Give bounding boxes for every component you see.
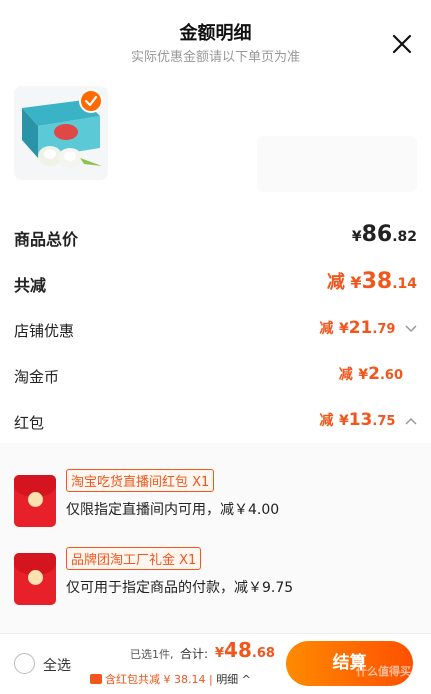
discount-item-label: 店铺优惠 bbox=[14, 322, 75, 340]
product-row bbox=[0, 78, 431, 196]
discount-item-label: 淘金币 bbox=[14, 368, 60, 386]
discount-item-value: 减 ¥13.75 bbox=[319, 410, 417, 430]
discount-item-value: 减 ¥2.60 bbox=[339, 364, 403, 384]
discount-summary: 含红包共减 ¥ 38.14 | 明细 ^ bbox=[90, 671, 251, 687]
discount-prefix: 减 bbox=[338, 367, 353, 383]
currency-symbol: ¥ bbox=[215, 646, 225, 661]
selected-check-icon[interactable] bbox=[79, 89, 103, 113]
discount-prefix: 减 bbox=[319, 413, 334, 429]
page-subtitle: 实际优惠金额请以下单页为准 bbox=[130, 50, 300, 65]
total-price-row: 商品总价 ¥86.82 bbox=[14, 222, 417, 250]
total-discount-integer: 38 bbox=[361, 269, 393, 294]
coupon-icon bbox=[90, 674, 102, 684]
sum-integer: 48 bbox=[224, 638, 252, 662]
total-discount-value: 减 ¥38.14 bbox=[327, 268, 417, 294]
selected-count: 已选1件, bbox=[130, 648, 174, 661]
chevron-down-icon[interactable] bbox=[405, 324, 417, 333]
discount-integer: 13 bbox=[348, 410, 373, 430]
header: 金额明细 实际优惠金额请以下单页为准 bbox=[0, 0, 431, 78]
sum-decimal: .68 bbox=[251, 646, 275, 661]
detail-toggle[interactable]: 明细 ^ bbox=[216, 673, 251, 686]
watermark: 什么值得买 bbox=[356, 665, 411, 678]
checkout-button[interactable]: 结算 什么值得买 bbox=[286, 641, 413, 686]
discount-decimal: .75 bbox=[372, 414, 396, 429]
total-price-label: 商品总价 bbox=[14, 230, 79, 249]
currency-symbol: ¥ bbox=[350, 273, 362, 292]
total-discount-row: 共减 减 ¥38.14 bbox=[14, 268, 417, 296]
discount-integer: 21 bbox=[348, 318, 373, 338]
discount-item-label: 红包 bbox=[14, 414, 45, 432]
close-icon[interactable] bbox=[391, 33, 413, 55]
currency-symbol: ¥ bbox=[338, 321, 349, 337]
select-all-radio[interactable] bbox=[14, 653, 35, 674]
total-discount-decimal: .14 bbox=[392, 276, 417, 292]
select-all-label[interactable]: 全选 bbox=[43, 655, 71, 675]
currency-symbol: ¥ bbox=[338, 413, 349, 429]
red-packet-icon bbox=[14, 553, 56, 605]
red-packet-desc: 仅限指定直播间内可用，减￥4.00 bbox=[66, 502, 280, 518]
discount-item-shop[interactable]: 店铺优惠 减 ¥21.79 bbox=[14, 316, 417, 344]
blurred-region bbox=[257, 136, 417, 192]
red-packet-tag: 品牌团淘工厂礼金 X1 bbox=[66, 547, 202, 570]
discount-item-redpacket[interactable]: 红包 减 ¥13.75 bbox=[14, 408, 417, 436]
page-title: 金额明细 bbox=[179, 23, 252, 44]
sum-value: ¥48.68 bbox=[215, 638, 275, 662]
total-price-decimal: .82 bbox=[392, 229, 417, 245]
discount-item-coins: 淘金币 减 ¥2.60 bbox=[14, 362, 417, 390]
discount-prefix: 减 bbox=[326, 272, 345, 293]
discount-decimal: .60 bbox=[379, 368, 403, 383]
discount-decimal: .79 bbox=[372, 322, 396, 337]
discount-summary-text: 含红包共减 ¥ 38.14 | bbox=[105, 673, 217, 686]
currency-symbol: ¥ bbox=[358, 367, 369, 383]
total-discount-label: 共减 bbox=[14, 276, 47, 295]
red-packet-item: 淘宝吃货直播间红包 X1 仅限指定直播间内可用，减￥4.00 bbox=[14, 469, 416, 531]
checkout-bar: 全选 已选1件, 合计: ¥48.68 含红包共减 ¥ 38.14 | 明细 ^… bbox=[0, 633, 431, 694]
total-price-integer: 86 bbox=[361, 222, 393, 247]
red-packet-desc: 仅可用于指定商品的付款，减￥9.75 bbox=[66, 580, 294, 596]
discount-integer: 2 bbox=[368, 364, 380, 384]
sum-label: 合计: bbox=[180, 647, 209, 661]
total-price-value: ¥86.82 bbox=[352, 222, 417, 247]
chevron-up-icon[interactable] bbox=[405, 417, 417, 425]
discount-prefix: 减 bbox=[319, 321, 334, 337]
red-packet-item: 品牌团淘工厂礼金 X1 仅可用于指定商品的付款，减￥9.75 bbox=[14, 547, 416, 609]
red-packet-tag: 淘宝吃货直播间红包 X1 bbox=[66, 469, 215, 492]
red-packet-panel: 淘宝吃货直播间红包 X1 仅限指定直播间内可用，减￥4.00 品牌团淘工厂礼金 … bbox=[0, 443, 431, 633]
discount-item-value: 减 ¥21.79 bbox=[319, 318, 417, 338]
red-packet-icon bbox=[14, 475, 56, 527]
currency-symbol: ¥ bbox=[351, 229, 362, 245]
